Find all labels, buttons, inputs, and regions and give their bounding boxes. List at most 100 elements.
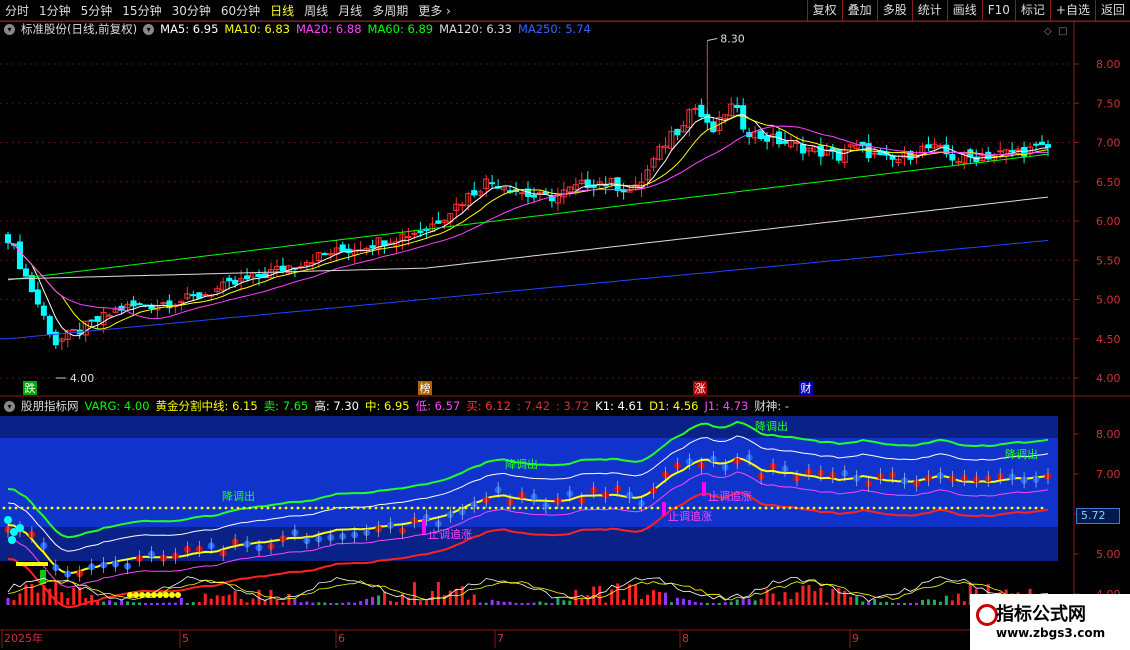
tool-button-0[interactable]: 复权 <box>806 0 842 21</box>
candle-body <box>901 151 908 159</box>
golden-dot <box>866 506 870 510</box>
indicator-title: 股朋指标网 <box>21 399 79 413</box>
period-tab-3[interactable]: 15分钟 <box>117 2 166 19</box>
histogram-bar <box>843 590 847 605</box>
tool-button-5[interactable]: F10 <box>981 0 1015 21</box>
period-tab-6[interactable]: 日线 <box>265 2 299 19</box>
candle-body <box>644 169 651 181</box>
histogram-bar <box>819 587 823 605</box>
signal-dot <box>518 491 526 499</box>
main-axis-label: 7.00 <box>1096 137 1121 150</box>
start-bar-green <box>40 570 46 584</box>
golden-dot <box>308 506 312 510</box>
candle-body <box>608 177 615 184</box>
period-tab-7[interactable]: 周线 <box>299 2 333 19</box>
candle-body <box>226 277 233 282</box>
golden-dot <box>830 506 834 510</box>
tool-button-2[interactable]: 多股 <box>876 0 912 21</box>
candle-body <box>154 304 161 311</box>
candle-body <box>345 248 352 253</box>
tool-button-3[interactable]: 统计 <box>911 0 947 21</box>
candle-body <box>979 155 986 162</box>
histogram-bar <box>454 588 458 605</box>
chevron-down-icon[interactable]: ▾ <box>4 400 15 412</box>
signal-dot <box>865 480 873 488</box>
ma10-value: MA10: 6.83 <box>224 22 290 36</box>
candle-body <box>196 292 203 299</box>
period-tab-5[interactable]: 60分钟 <box>216 2 265 19</box>
period-tab-8[interactable]: 月线 <box>333 2 367 19</box>
histogram-bar <box>412 582 416 605</box>
signal-dot <box>4 526 12 534</box>
candle-body <box>1033 143 1040 146</box>
varg-dot <box>139 592 145 598</box>
period-tab-9[interactable]: 多周期 <box>367 2 413 19</box>
period-tab-0[interactable]: 分时 <box>0 2 34 19</box>
tool-button-8[interactable]: 返回 <box>1094 0 1130 21</box>
candle-body <box>710 121 717 133</box>
chevron-down-icon[interactable]: ▾ <box>143 23 155 35</box>
histogram-bar <box>962 601 966 605</box>
golden-dot <box>164 506 168 510</box>
candle-body <box>166 300 173 309</box>
golden-dot <box>80 506 84 510</box>
candle-body <box>997 150 1004 153</box>
period-tab-10[interactable]: 更多 › <box>413 2 456 19</box>
candle-body <box>626 189 633 193</box>
signal-dot <box>375 525 383 533</box>
ma20-line <box>7 125 1048 320</box>
candle-body <box>955 160 962 164</box>
signal-dot <box>638 499 646 507</box>
histogram-bar <box>341 602 345 605</box>
golden-dot <box>410 506 414 510</box>
period-tab-2[interactable]: 5分钟 <box>76 2 118 19</box>
chevron-down-icon[interactable]: ▾ <box>4 23 15 35</box>
signal-dot <box>255 544 263 552</box>
histogram-bar <box>663 592 667 605</box>
sub-band-bottom <box>0 527 1058 561</box>
period-tab-4[interactable]: 30分钟 <box>167 2 216 19</box>
golden-dot <box>140 506 144 510</box>
histogram-bar <box>149 602 153 605</box>
histogram-bar <box>950 600 954 605</box>
signal-dot <box>195 545 203 553</box>
candle-body <box>578 179 585 185</box>
histogram-bar <box>831 588 835 605</box>
histogram-bar <box>771 593 775 605</box>
histogram-bar <box>675 597 679 605</box>
signal-dot <box>901 477 909 485</box>
histogram-bar <box>478 602 482 605</box>
golden-dot <box>1004 506 1008 510</box>
golden-dot <box>230 506 234 510</box>
signal-dot <box>972 476 980 484</box>
candle-body <box>351 249 358 256</box>
candle-body <box>513 189 520 193</box>
varg-dot <box>133 592 139 598</box>
histogram-bar <box>12 600 16 605</box>
histogram-bar <box>741 597 745 605</box>
candle-body <box>34 289 41 305</box>
candle-body <box>10 243 17 246</box>
histogram-bar <box>466 599 470 605</box>
candle-body <box>22 268 29 277</box>
start-dot <box>8 536 16 544</box>
candle-body <box>477 191 484 196</box>
candle-body <box>16 241 23 270</box>
tool-button-4[interactable]: 画线 <box>946 0 982 21</box>
golden-dot <box>248 506 252 510</box>
period-tab-1[interactable]: 1分钟 <box>34 2 76 19</box>
start-dot <box>16 524 24 532</box>
tool-button-1[interactable]: 叠加 <box>841 0 877 21</box>
golden-dot <box>638 506 642 510</box>
price-chart[interactable]: 8.00 7.50 7.00 6.50 6.00 5.50 5.00 4.50 4.00 8.00… <box>0 0 1130 650</box>
tool-button-6[interactable]: 标记 <box>1014 0 1050 21</box>
histogram-bar <box>400 593 404 605</box>
tool-button-7[interactable]: +自选 <box>1049 0 1095 21</box>
candle-body <box>764 135 771 142</box>
diamond-icon: ◇ <box>1044 26 1052 37</box>
golden-dot <box>194 506 198 510</box>
histogram-bar <box>622 599 626 605</box>
golden-dot <box>446 506 450 510</box>
golden-dot <box>956 506 960 510</box>
varg-dot <box>169 592 175 598</box>
